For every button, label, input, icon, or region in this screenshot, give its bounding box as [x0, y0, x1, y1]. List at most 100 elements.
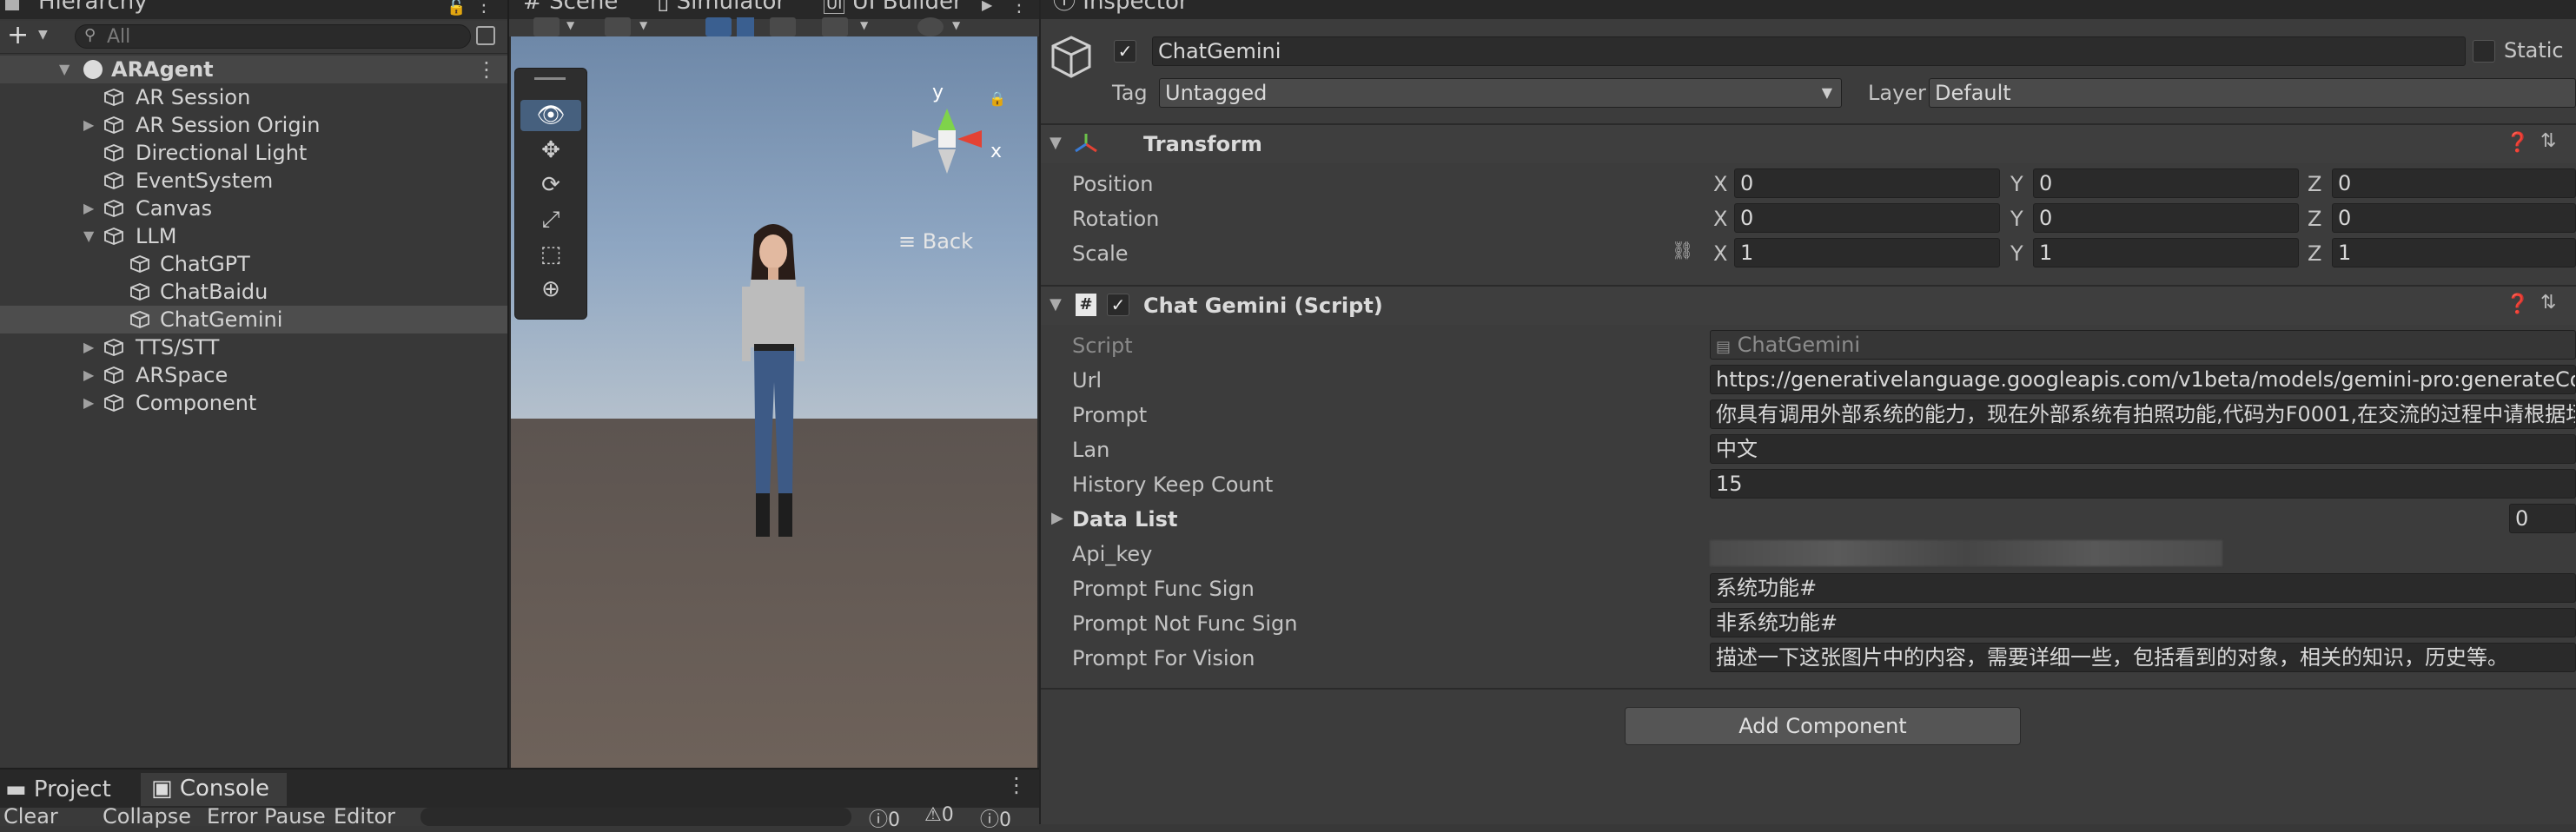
scene-row[interactable]: ▼ ARAgent ⋮: [0, 56, 507, 83]
draw-mode-button[interactable]: [533, 17, 560, 36]
object-name-field[interactable]: ChatGemini: [1152, 36, 2466, 66]
static-checkbox[interactable]: [2473, 40, 2495, 63]
gizmos-button[interactable]: [917, 17, 944, 36]
log-count[interactable]: ⓘ0: [869, 804, 900, 832]
chevron-down-icon[interactable]: [737, 17, 754, 36]
transform-tool-button[interactable]: ⊕: [520, 274, 581, 305]
rotate-tool-button[interactable]: ⟳: [520, 169, 581, 201]
help-icon[interactable]: ❓: [2506, 132, 2529, 154]
position-z-field[interactable]: 0: [2332, 168, 2576, 198]
script-component-header[interactable]: ▼ # ✓ Chat Gemini (Script) ❓ ⇅: [1041, 285, 2576, 325]
history-keep-count-field[interactable]: 15: [1710, 469, 2576, 499]
settings-sliders-icon[interactable]: ⇅: [2540, 292, 2556, 314]
rotation-x-field[interactable]: 0: [1734, 203, 2000, 233]
hierarchy-item-chatgemini[interactable]: ChatGemini: [0, 306, 507, 333]
collapse-button[interactable]: Collapse: [103, 804, 191, 829]
collapse-arrow-icon[interactable]: ▼: [1050, 295, 1062, 314]
hierarchy-item-tts-stt[interactable]: ▶ TTS/STT: [0, 333, 507, 361]
expand-arrow-icon[interactable]: ▶: [83, 361, 94, 389]
rect-tool-button[interactable]: ⬚: [520, 239, 581, 270]
hierarchy-item-eventsystem[interactable]: EventSystem: [0, 167, 507, 195]
more-menu-icon[interactable]: ⋮: [1006, 773, 1027, 797]
chevron-down-icon[interactable]: ▼: [860, 19, 868, 31]
data-list-label[interactable]: Data List: [1072, 507, 1177, 532]
shading-mode-button[interactable]: [605, 17, 631, 36]
collapse-arrow-icon[interactable]: ▼: [83, 222, 94, 250]
hierarchy-item-ar-session[interactable]: AR Session: [0, 83, 507, 111]
warning-count[interactable]: ⚠0: [924, 804, 954, 826]
more-menu-icon[interactable]: ⋮: [474, 0, 493, 17]
tag-dropdown[interactable]: Untagged ▼: [1159, 78, 1842, 108]
scale-y-field[interactable]: 1: [2033, 238, 2299, 267]
url-field[interactable]: https://generativelanguage.googleapis.co…: [1710, 365, 2576, 394]
scale-x-field[interactable]: 1: [1734, 238, 2000, 267]
tab-ui-builder[interactable]: UI UI Builder: [824, 0, 963, 14]
rotation-y-field[interactable]: 0: [2033, 203, 2299, 233]
scene-picker-icon[interactable]: [476, 26, 495, 45]
drag-handle[interactable]: [534, 77, 566, 80]
snap-increment-button[interactable]: [770, 17, 796, 36]
data-list-size-field[interactable]: 0: [2509, 504, 2576, 533]
tab-inspector[interactable]: ⓘ Inspector: [1053, 0, 1189, 13]
more-menu-icon[interactable]: ⋮: [1010, 0, 1029, 17]
error-pause-button[interactable]: Error Pause: [207, 804, 326, 829]
hierarchy-item-ar-session-origin[interactable]: ▶ AR Session Origin: [0, 111, 507, 139]
prompt-func-sign-field[interactable]: 系统功能#: [1710, 573, 2576, 603]
hierarchy-item-chatgpt[interactable]: ChatGPT: [0, 250, 507, 278]
clear-button[interactable]: Clear: [3, 804, 58, 829]
lock-icon[interactable]: 🔒: [989, 90, 1006, 107]
hierarchy-title[interactable]: Hierarchy: [38, 0, 148, 13]
position-y-field[interactable]: 0: [2033, 168, 2299, 198]
lan-field[interactable]: 中文: [1710, 434, 2576, 464]
scale-tool-button[interactable]: ⤢: [520, 204, 581, 235]
hierarchy-item-component[interactable]: ▶ Component: [0, 389, 507, 417]
lock-icon[interactable]: 🔓: [447, 0, 466, 17]
tab-project[interactable]: ▬ Project: [5, 775, 134, 804]
hierarchy-item-chatbaidu[interactable]: ChatBaidu: [0, 278, 507, 306]
hierarchy-item-llm[interactable]: ▼ LLM: [0, 222, 507, 250]
prompt-field[interactable]: 你具有调用外部系统的能力，现在外部系统有拍照功能,代码为F0001,在交流的过程…: [1710, 399, 2576, 429]
layer-dropdown[interactable]: Default: [1929, 78, 2576, 108]
collapse-arrow-icon[interactable]: ▼: [1050, 134, 1062, 152]
add-component-button[interactable]: Add Component: [1625, 707, 2021, 745]
tab-scene[interactable]: # Scene: [523, 0, 618, 13]
expand-arrow-icon[interactable]: ▶: [1051, 509, 1063, 527]
expand-arrow-icon[interactable]: ▶: [83, 333, 94, 361]
ruler-button[interactable]: [822, 17, 848, 36]
hierarchy-item-directional-light[interactable]: Directional Light: [0, 139, 507, 167]
transform-header[interactable]: ▼ Transform ❓ ⇅: [1041, 123, 2576, 163]
error-count[interactable]: ⓘ0: [980, 804, 1011, 832]
scale-z-field[interactable]: 1: [2332, 238, 2576, 267]
position-x-field[interactable]: 0: [1734, 168, 2000, 198]
chevron-down-icon[interactable]: ▼: [38, 28, 48, 42]
collapse-arrow-icon[interactable]: ▼: [59, 56, 70, 83]
help-icon[interactable]: ❓: [2506, 294, 2529, 315]
grid-snap-button[interactable]: [705, 17, 732, 36]
tab-simulator[interactable]: ▯ Simulator: [657, 0, 785, 13]
prompt-for-vision-field[interactable]: 描述一下这张图片中的内容，需要详细一些，包括看到的对象，相关的知识，历史等。: [1710, 643, 2576, 672]
add-button[interactable]: +: [7, 23, 29, 49]
play-icon[interactable]: ▶: [982, 0, 992, 13]
chevron-down-icon[interactable]: ▼: [566, 19, 574, 31]
move-tool-button[interactable]: ✥: [520, 135, 581, 166]
prompt-not-func-sign-field[interactable]: 非系统功能#: [1710, 608, 2576, 637]
search-input[interactable]: ⚲ All: [75, 24, 471, 49]
expand-arrow-icon[interactable]: ▶: [83, 389, 94, 417]
link-off-icon[interactable]: ⛓: [1672, 240, 1693, 261]
chevron-down-icon[interactable]: ▼: [639, 19, 647, 31]
rotation-z-field[interactable]: 0: [2332, 203, 2576, 233]
projection-toggle[interactable]: ≡ Back: [898, 229, 973, 254]
hierarchy-item-arspace[interactable]: ▶ ARSpace: [0, 361, 507, 389]
scene-more-icon[interactable]: ⋮: [476, 56, 497, 83]
avatar-character[interactable]: [712, 217, 834, 565]
expand-arrow-icon[interactable]: ▶: [83, 111, 94, 139]
editor-dropdown[interactable]: Editor: [334, 804, 395, 829]
component-enabled-checkbox[interactable]: ✓: [1107, 294, 1129, 316]
chevron-down-icon[interactable]: ▼: [952, 19, 960, 31]
hierarchy-item-canvas[interactable]: ▶ Canvas: [0, 195, 507, 222]
settings-sliders-icon[interactable]: ⇅: [2540, 130, 2556, 152]
tab-console[interactable]: ▣ Console: [141, 773, 287, 806]
expand-arrow-icon[interactable]: ▶: [83, 195, 94, 222]
console-search-input[interactable]: [421, 808, 851, 826]
view-tool-button[interactable]: 👁: [520, 100, 581, 131]
